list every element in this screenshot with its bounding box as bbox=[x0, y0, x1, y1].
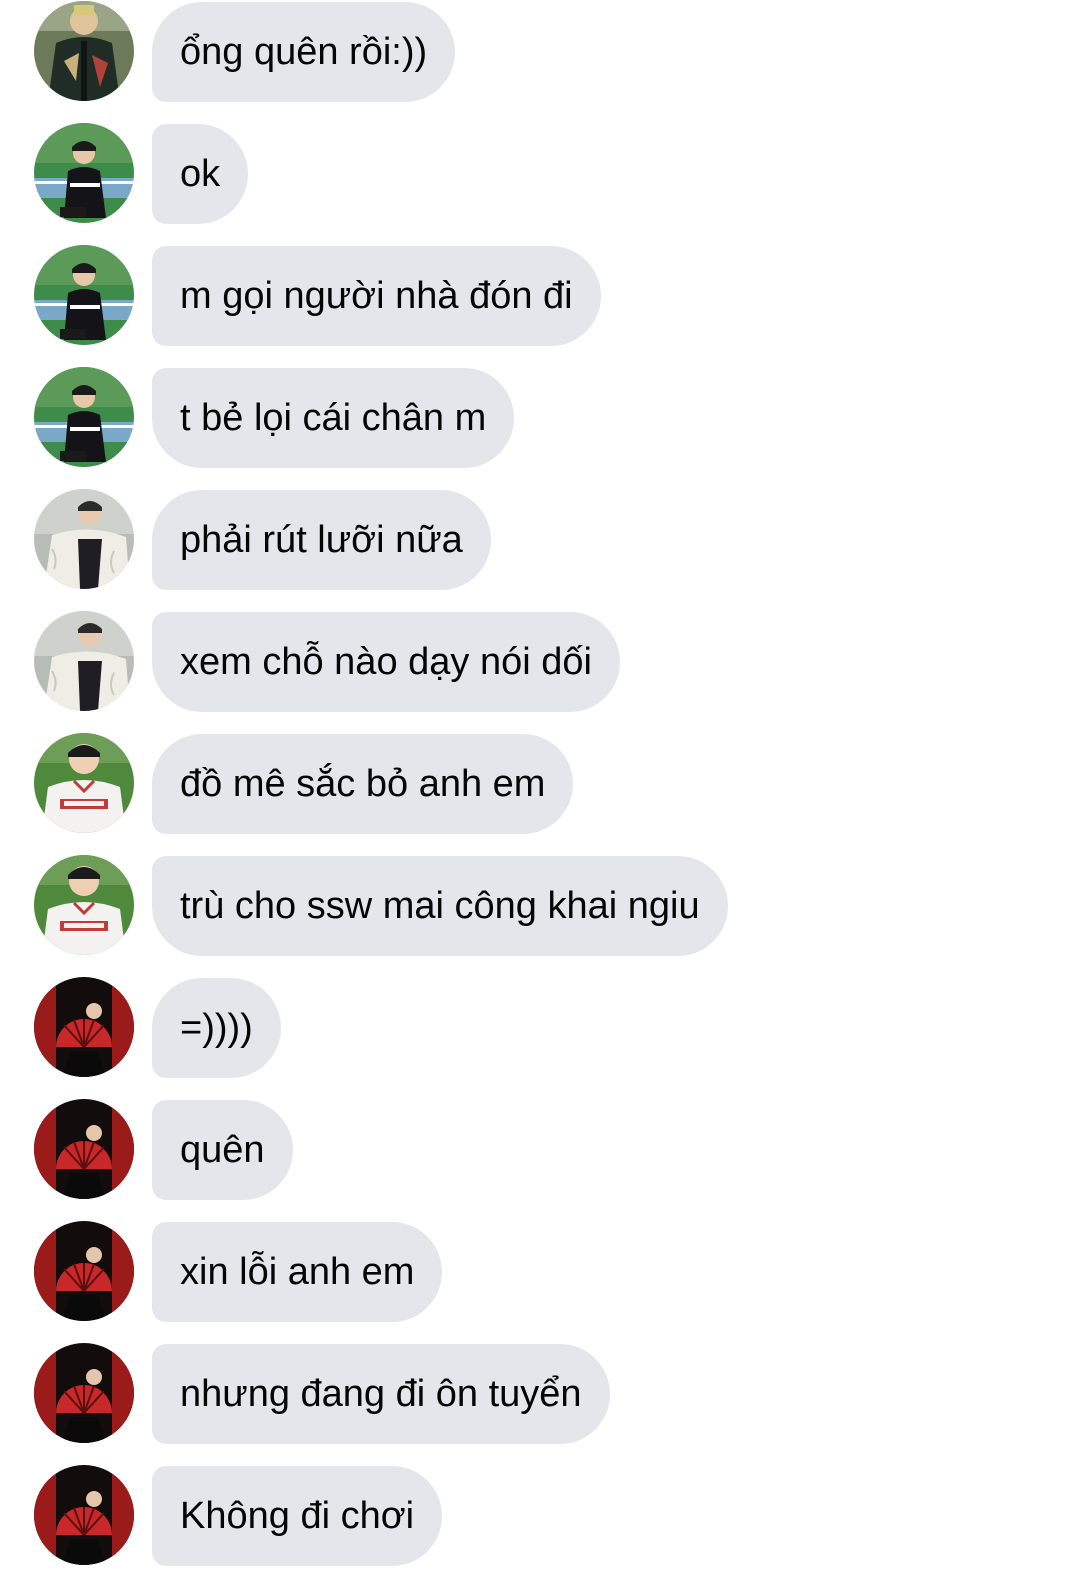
message-text: t bẻ lọi cái chân m bbox=[180, 397, 487, 439]
message-row: ok bbox=[0, 122, 1080, 224]
message-row: nhưng đang đi ôn tuyển bbox=[0, 1342, 1080, 1444]
sender-avatar[interactable] bbox=[34, 977, 134, 1077]
message-bubble[interactable]: nhưng đang đi ôn tuyển bbox=[152, 1344, 610, 1444]
sender-avatar[interactable] bbox=[34, 245, 134, 345]
message-bubble[interactable]: xem chỗ nào dạy nói dối bbox=[152, 612, 620, 712]
sender-avatar[interactable] bbox=[34, 1343, 134, 1443]
message-bubble[interactable]: t bẻ lọi cái chân m bbox=[152, 368, 515, 468]
message-text: phải rút lưỡi nữa bbox=[180, 519, 463, 561]
sender-avatar[interactable] bbox=[34, 611, 134, 711]
message-row: phải rút lưỡi nữa bbox=[0, 488, 1080, 590]
message-text: trù cho ssw mai công khai ngiu bbox=[180, 885, 700, 927]
message-text: nhưng đang đi ôn tuyển bbox=[180, 1373, 582, 1415]
message-text: đồ mê sắc bỏ anh em bbox=[180, 763, 546, 805]
sender-avatar[interactable] bbox=[34, 855, 134, 955]
message-bubble[interactable]: m gọi người nhà đón đi bbox=[152, 246, 601, 346]
sender-avatar[interactable] bbox=[34, 1099, 134, 1199]
message-text: ok bbox=[180, 153, 221, 195]
message-bubble[interactable]: phải rút lưỡi nữa bbox=[152, 490, 491, 590]
message-bubble[interactable]: đồ mê sắc bỏ anh em bbox=[152, 734, 574, 834]
message-bubble[interactable]: ok bbox=[152, 124, 249, 224]
message-row: trù cho ssw mai công khai ngiu bbox=[0, 854, 1080, 956]
message-bubble[interactable]: trù cho ssw mai công khai ngiu bbox=[152, 856, 728, 956]
sender-avatar[interactable] bbox=[34, 123, 134, 223]
message-text: xin lỗi anh em bbox=[180, 1251, 415, 1293]
message-row: Không đi chơi bbox=[0, 1464, 1080, 1566]
message-row: xem chỗ nào dạy nói dối bbox=[0, 610, 1080, 712]
message-bubble[interactable]: ổng quên rồi:)) bbox=[152, 2, 456, 102]
message-row: m gọi người nhà đón đi bbox=[0, 244, 1080, 346]
message-text: m gọi người nhà đón đi bbox=[180, 275, 573, 317]
message-row: quên bbox=[0, 1098, 1080, 1200]
sender-avatar[interactable] bbox=[34, 733, 134, 833]
message-thread: ổng quên rồi:)) ok m gọi người nhà đón đ… bbox=[0, 0, 1080, 1593]
message-text: Không đi chơi bbox=[180, 1495, 415, 1537]
message-text: ổng quên rồi:)) bbox=[180, 31, 428, 73]
message-row: ổng quên rồi:)) bbox=[0, 0, 1080, 102]
message-row: t bẻ lọi cái chân m bbox=[0, 366, 1080, 468]
message-text: quên bbox=[180, 1129, 265, 1171]
message-bubble[interactable]: quên bbox=[152, 1100, 293, 1200]
message-bubble[interactable]: xin lỗi anh em bbox=[152, 1222, 443, 1322]
sender-avatar[interactable] bbox=[34, 367, 134, 467]
sender-avatar[interactable] bbox=[34, 1465, 134, 1565]
sender-avatar[interactable] bbox=[34, 489, 134, 589]
sender-avatar[interactable] bbox=[34, 1, 134, 101]
message-text: xem chỗ nào dạy nói dối bbox=[180, 641, 592, 683]
message-bubble[interactable]: Không đi chơi bbox=[152, 1466, 443, 1566]
message-row: xin lỗi anh em bbox=[0, 1220, 1080, 1322]
message-bubble[interactable]: =)))) bbox=[152, 978, 281, 1078]
message-row: =)))) bbox=[0, 976, 1080, 1078]
message-text: =)))) bbox=[180, 1007, 253, 1049]
sender-avatar[interactable] bbox=[34, 1221, 134, 1321]
message-row: đồ mê sắc bỏ anh em bbox=[0, 732, 1080, 834]
